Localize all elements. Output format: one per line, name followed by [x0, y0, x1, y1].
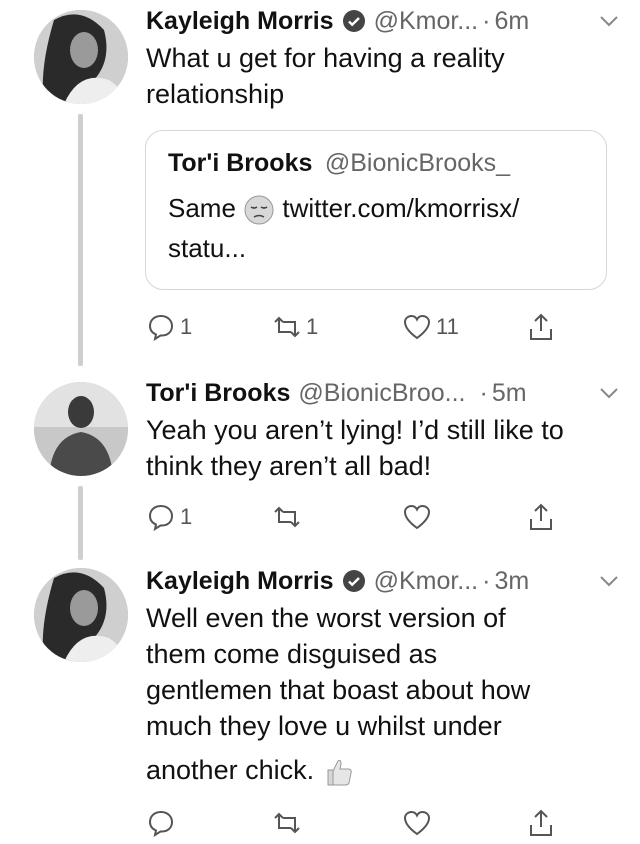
separator: ·	[482, 6, 491, 35]
retweet-button[interactable]: 1	[272, 312, 318, 342]
tweet-text-line: another chick.	[146, 755, 315, 785]
avatar-photo	[34, 568, 128, 662]
pensive-face-emoji	[244, 195, 274, 225]
chevron-down-icon[interactable]	[598, 10, 620, 32]
timestamp[interactable]: 6m	[494, 7, 529, 36]
like-button[interactable]: 11	[402, 312, 459, 342]
like-icon	[403, 314, 431, 340]
chevron-down-icon[interactable]	[598, 570, 620, 592]
verified-badge-icon	[342, 570, 365, 592]
avatar[interactable]	[34, 568, 128, 662]
like-icon	[403, 504, 431, 530]
tweet-text-line: much they love u whilst under	[146, 711, 502, 741]
display-name[interactable]: Tor'i Brooks	[146, 379, 290, 408]
like-button[interactable]	[402, 502, 436, 532]
handle[interactable]: @Kmor...	[374, 7, 479, 36]
reply-button[interactable]: 1	[146, 502, 192, 532]
tweet-actions	[146, 808, 586, 844]
quoted-text: Same twitter.com/kmorrisx/ statu...	[168, 188, 584, 268]
share-button[interactable]	[526, 502, 556, 532]
tweet-text-line: Yeah you aren’t lying! I’d still like to	[146, 415, 564, 445]
tweet-1[interactable]: Kayleigh Morris @Kmor... · 6m What u get…	[0, 0, 640, 380]
tweet-actions: 1 1 11	[146, 312, 586, 348]
tweet-text-line: think they aren’t all bad!	[146, 451, 432, 481]
quoted-text-prefix: Same	[168, 193, 236, 223]
retweet-icon	[274, 316, 300, 338]
tweet-3[interactable]: Kayleigh Morris @Kmor... · 3m Well even …	[0, 560, 640, 844]
tweet-text: Yeah you aren’t lying! I’d still like to…	[146, 412, 620, 484]
reply-icon	[148, 314, 174, 342]
avatar-photo	[34, 10, 128, 104]
like-count: 11	[436, 314, 459, 339]
avatar-photo	[34, 382, 128, 476]
avatar[interactable]	[34, 10, 128, 104]
tweet-header: Kayleigh Morris @Kmor... · 3m	[146, 562, 620, 600]
retweet-button[interactable]	[272, 502, 306, 532]
timestamp[interactable]: 3m	[494, 567, 529, 596]
reply-count: 1	[180, 314, 193, 339]
share-icon	[530, 313, 552, 340]
tweet-text-line-last: another chick.	[146, 752, 620, 789]
like-icon	[403, 810, 431, 836]
reply-icon	[148, 504, 174, 532]
separator: ·	[479, 378, 488, 407]
reply-button[interactable]: 1	[146, 312, 192, 342]
share-button[interactable]	[526, 312, 556, 342]
display-name[interactable]: Kayleigh Morris	[146, 567, 334, 596]
avatar[interactable]	[34, 382, 128, 476]
retweet-icon	[274, 812, 300, 834]
reply-button[interactable]	[146, 808, 180, 838]
share-button[interactable]	[526, 808, 556, 838]
like-button[interactable]	[402, 808, 436, 838]
share-icon	[530, 809, 552, 836]
retweet-button[interactable]	[272, 808, 306, 838]
timestamp[interactable]: 5m	[492, 379, 527, 408]
thumbs-up-emoji	[327, 759, 352, 786]
tweet-header: Kayleigh Morris @Kmor... · 6m	[146, 2, 620, 40]
thread-line	[78, 486, 83, 560]
handle[interactable]: @Kmor...	[374, 567, 479, 596]
share-icon	[530, 503, 552, 530]
tweet-text-line: Well even the worst version of	[146, 603, 506, 633]
tweet-actions: 1	[146, 502, 586, 538]
tweet-text: Well even the worst version of them come…	[146, 600, 620, 789]
retweet-icon	[274, 506, 300, 528]
quoted-link-continued[interactable]: statu...	[168, 233, 246, 263]
display-name[interactable]: Kayleigh Morris	[146, 7, 334, 36]
verified-badge-icon	[342, 10, 365, 32]
quoted-handle: @BionicBrooks_	[324, 149, 511, 177]
quoted-tweet[interactable]: Tor'i Brooks @BionicBrooks_ Same twitter…	[145, 130, 607, 290]
separator: ·	[482, 566, 491, 595]
retweet-count: 1	[306, 314, 319, 339]
tweet-text-line: them come disguised as	[146, 639, 438, 669]
reply-count: 1	[180, 504, 193, 529]
tweet-header: Tor'i Brooks @BionicBroo... · 5m	[146, 374, 620, 412]
tweet-text-line: relationship	[146, 79, 285, 109]
tweet-text: What u get for having a reality relation…	[146, 40, 620, 112]
tweet-2[interactable]: Tor'i Brooks @BionicBroo... · 5m Yeah yo…	[0, 372, 640, 562]
thread-line	[78, 114, 83, 366]
tweet-text-line: What u get for having a reality	[146, 43, 505, 73]
tweet-text-line: gentlemen that boast about how	[146, 675, 531, 705]
quoted-display-name: Tor'i Brooks	[168, 149, 313, 177]
quoted-link[interactable]: twitter.com/kmorrisx/	[282, 193, 519, 223]
chevron-down-icon[interactable]	[598, 382, 620, 404]
handle[interactable]: @BionicBroo...	[298, 379, 465, 408]
reply-icon	[148, 810, 174, 838]
